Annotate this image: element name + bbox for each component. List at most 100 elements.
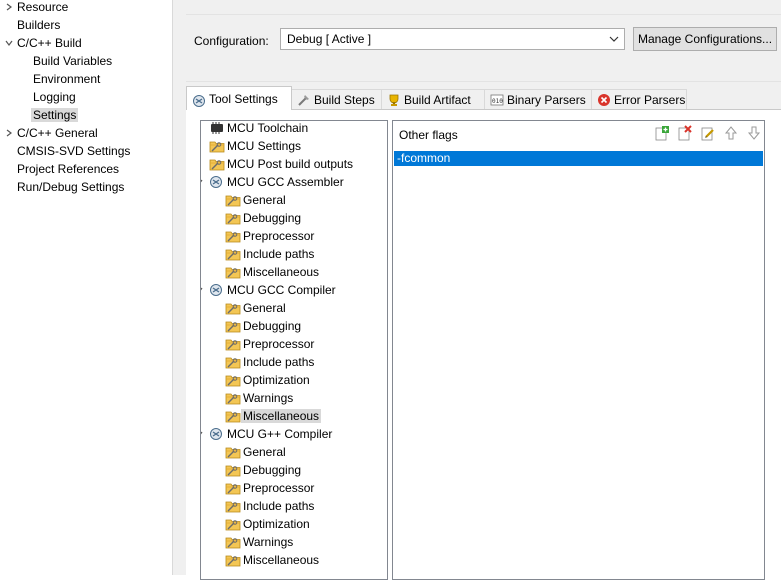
nav-item-cmsis-svd-settings[interactable]: CMSIS-SVD Settings xyxy=(17,142,130,160)
chevron-right-icon[interactable] xyxy=(3,124,15,142)
tool-settings-icon xyxy=(192,92,206,107)
tab-label: Build Artifact xyxy=(404,93,471,107)
nav-item-label: Project References xyxy=(17,162,120,176)
tree-item-label: Debugging xyxy=(243,211,302,225)
settings-folder-icon xyxy=(225,409,241,423)
configuration-label: Configuration: xyxy=(194,34,269,48)
property-nav-tree: Resource Builders C/C++ Build Build Variabl… xyxy=(0,0,173,575)
nav-item-project-references[interactable]: Project References xyxy=(17,160,119,178)
tree-item-label: MCU GCC Assembler xyxy=(227,175,344,189)
chevron-right-icon[interactable] xyxy=(3,0,15,16)
chevron-down-icon[interactable] xyxy=(3,34,15,52)
add-icon[interactable] xyxy=(654,125,670,141)
tree-item-miscellaneous[interactable]: Miscellaneous xyxy=(225,551,320,569)
tree-item-mcu-post-build-outputs[interactable]: MCU Post build outputs xyxy=(209,155,353,173)
tab-label: Build Steps xyxy=(314,93,375,107)
tree-item-label: Optimization xyxy=(243,373,310,387)
tree-item-warnings[interactable]: Warnings xyxy=(225,389,293,407)
tree-item-label: Miscellaneous xyxy=(243,265,320,279)
tree-item-preprocessor[interactable]: Preprocessor xyxy=(225,335,314,353)
settings-folder-icon xyxy=(225,535,241,549)
settings-folder-icon xyxy=(225,553,241,567)
chevron-down-icon[interactable] xyxy=(201,425,205,443)
settings-folder-icon xyxy=(225,517,241,531)
tree-item-optimization[interactable]: Optimization xyxy=(225,515,310,533)
tree-item-preprocessor[interactable]: Preprocessor xyxy=(225,227,315,245)
tree-item-optimization[interactable]: Optimization xyxy=(225,371,310,389)
nav-item-logging[interactable]: Logging xyxy=(33,88,76,106)
tool-icon xyxy=(209,427,223,441)
nav-item-label: Logging xyxy=(33,90,76,104)
tab-binary-parsers[interactable]: 010 Binary Parsers xyxy=(484,89,592,109)
build-artifact-icon xyxy=(387,93,401,107)
tab-error-parsers[interactable]: Error Parsers xyxy=(591,89,687,109)
tree-item-label: Preprocessor xyxy=(243,229,315,243)
tree-item-label: Include paths xyxy=(243,355,315,369)
delete-icon[interactable] xyxy=(677,125,693,141)
nav-item-resource[interactable]: Resource xyxy=(6,0,69,16)
settings-folder-icon xyxy=(225,319,241,333)
tree-item-warnings[interactable]: Warnings xyxy=(225,533,294,551)
settings-folder-icon xyxy=(225,229,241,243)
tree-item-general[interactable]: General xyxy=(225,443,286,461)
settings-folder-icon xyxy=(225,445,241,459)
tab-build-artifact[interactable]: Build Artifact xyxy=(381,89,485,109)
configuration-select[interactable]: Debug [ Active ] xyxy=(280,28,625,50)
tree-item-debugging[interactable]: Debugging xyxy=(225,317,302,335)
tree-item-label: Debugging xyxy=(243,463,302,477)
edit-icon[interactable] xyxy=(700,125,716,141)
tree-item-debugging[interactable]: Debugging xyxy=(225,461,302,479)
tree-item-miscellaneous[interactable]: Miscellaneous xyxy=(225,407,322,425)
settings-folder-icon xyxy=(209,157,225,171)
nav-item-label: Resource xyxy=(17,0,69,14)
nav-item-build-variables[interactable]: Build Variables xyxy=(33,52,112,70)
tree-item-mcu-g-compiler[interactable]: MCU G++ Compiler xyxy=(201,425,332,443)
tree-item-debugging[interactable]: Debugging xyxy=(225,209,302,227)
tree-item-label: General xyxy=(243,193,286,207)
tree-item-label: Debugging xyxy=(243,319,302,333)
tool-icon xyxy=(209,175,223,189)
tree-item-include-paths[interactable]: Include paths xyxy=(225,245,314,263)
tree-item-label: Warnings xyxy=(243,535,294,549)
settings-folder-icon xyxy=(225,355,241,369)
nav-item-c-c-build[interactable]: C/C++ Build xyxy=(5,34,82,52)
tree-item-label: MCU Settings xyxy=(227,139,302,153)
nav-item-c-c-general[interactable]: C/C++ General xyxy=(6,124,98,142)
tab-label: Binary Parsers xyxy=(507,93,586,107)
configuration-panel: Configuration: Debug [ Active ] Manage C… xyxy=(186,14,781,82)
tab-tool-settings[interactable]: Tool Settings xyxy=(186,86,292,110)
tree-item-general[interactable]: General xyxy=(225,299,286,317)
nav-item-settings[interactable]: Settings xyxy=(31,106,79,124)
tree-item-include-paths[interactable]: Include paths xyxy=(225,353,315,371)
tree-item-label: General xyxy=(243,445,286,459)
settings-folder-icon xyxy=(225,499,241,513)
move-up-icon[interactable] xyxy=(723,125,739,141)
tree-item-label: Preprocessor xyxy=(243,481,315,495)
tree-item-label: Optimization xyxy=(243,517,310,531)
tree-item-mcu-toolchain[interactable]: MCU Toolchain xyxy=(211,121,308,137)
chevron-down-icon[interactable] xyxy=(201,281,205,299)
tree-item-label: General xyxy=(243,301,286,315)
tree-item-mcu-gcc-compiler[interactable]: MCU GCC Compiler xyxy=(201,281,336,299)
tree-item-label: Miscellaneous xyxy=(243,553,320,567)
chevron-down-icon[interactable] xyxy=(201,173,205,191)
settings-folder-icon xyxy=(225,247,241,261)
tree-item-include-paths[interactable]: Include paths xyxy=(225,497,314,515)
tree-item-mcu-gcc-assembler[interactable]: MCU GCC Assembler xyxy=(201,173,344,191)
move-down-icon[interactable] xyxy=(746,125,762,141)
nav-item-label: Environment xyxy=(33,72,101,86)
nav-item-run-debug-settings[interactable]: Run/Debug Settings xyxy=(17,178,124,196)
tab-label: Tool Settings xyxy=(209,92,278,106)
tree-item-preprocessor[interactable]: Preprocessor xyxy=(225,479,315,497)
tree-item-mcu-settings[interactable]: MCU Settings xyxy=(209,137,302,155)
nav-item-label: C/C++ Build xyxy=(17,36,82,50)
nav-item-environment[interactable]: Environment xyxy=(33,70,100,88)
tab-build-steps[interactable]: Build Steps xyxy=(291,89,382,109)
nav-item-builders[interactable]: Builders xyxy=(17,16,60,34)
tree-item-general[interactable]: General xyxy=(225,191,286,209)
manage-configurations-button[interactable]: Manage Configurations... xyxy=(633,27,777,51)
nav-item-label: CMSIS-SVD Settings xyxy=(17,144,131,158)
tree-item-miscellaneous[interactable]: Miscellaneous xyxy=(225,263,320,281)
settings-folder-icon xyxy=(225,391,241,405)
flag-item[interactable]: -fcommon xyxy=(394,151,763,166)
